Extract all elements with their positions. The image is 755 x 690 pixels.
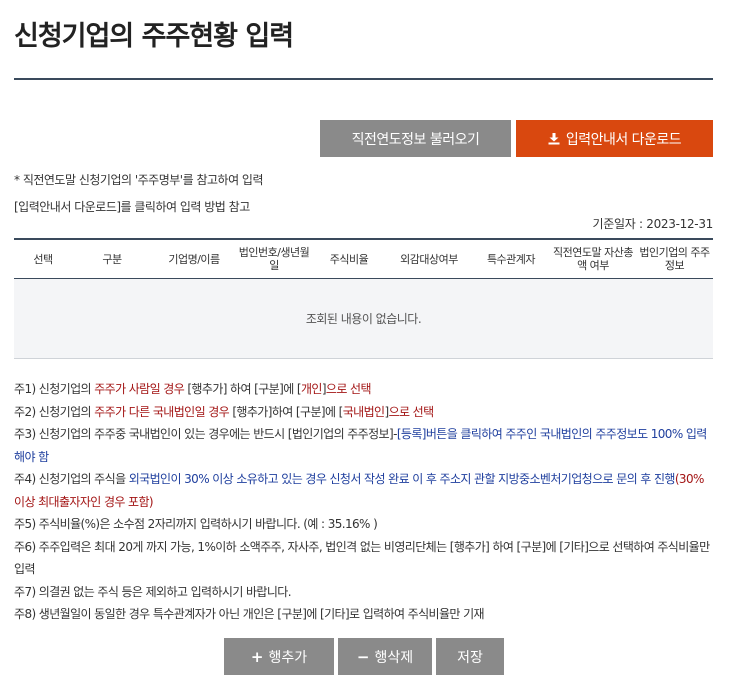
- title-divider: [14, 78, 713, 80]
- footnote-1: 주1) 신청기업의 주주가 사람일 경우 [행추가] 하여 [구분]에 [개인]…: [14, 382, 372, 396]
- load-previous-year-button[interactable]: 직전연도정보 불러오기: [320, 120, 511, 157]
- instruction-note-1: * 직전연도말 신청기업의 '주주명부'를 참고하여 입력: [14, 173, 264, 187]
- empty-message: 조회된 내용이 없습니다.: [14, 278, 713, 359]
- col-header-corp-shareholder-info: 법인기업의 주주정보: [639, 246, 710, 272]
- top-button-row: 직전연도정보 불러오기 입력안내서 다운로드: [320, 120, 713, 157]
- footnote-7: 주7) 의결권 없는 주식 등은 제외하고 입력하시기 바랍니다.: [14, 584, 292, 599]
- delete-row-button[interactable]: − 행삭제: [338, 638, 432, 675]
- bottom-button-row: + 행추가 − 행삭제 저장: [224, 638, 504, 675]
- col-header-select: 선택: [33, 252, 53, 266]
- shareholder-table: 선택 구분 기업명/이름 법인번호/생년월일 주식비율 외감대상여부 특수관계자…: [14, 238, 713, 359]
- footnote-6: 주6) 주주입력은 최대 20게 까지 가능, 1%이하 소액주주, 자사주, …: [14, 539, 710, 577]
- col-header-total-assets: 직전연도말 자산총액 여부: [553, 246, 633, 272]
- footnote-2: 주2) 신청기업의 주주가 다른 국내법인일 경우 [행추가]하여 [구분]에 …: [14, 404, 434, 419]
- col-header-share-ratio: 주식비율: [329, 252, 369, 266]
- download-guide-button[interactable]: 입력안내서 다운로드: [516, 120, 713, 157]
- footnote-5: 주5) 주식비율(%)은 소수점 2자리까지 입력하시기 바랍니다. (예 : …: [14, 517, 378, 531]
- delete-row-label: 행삭제: [374, 649, 414, 666]
- footnotes: 주1) 신청기업의 주주가 사람일 경우 [행추가] 하여 [구분]에 [개인]…: [14, 378, 714, 626]
- table-header-row: 선택 구분 기업명/이름 법인번호/생년월일 주식비율 외감대상여부 특수관계자…: [14, 239, 713, 279]
- minus-icon: −: [356, 647, 370, 666]
- download-guide-label: 입력안내서 다운로드: [565, 131, 682, 148]
- plus-icon: +: [250, 647, 264, 666]
- footnote-8: 주8) 생년월일이 동일한 경우 특수관계자가 아닌 개인은 [구분]에 [기타…: [14, 607, 485, 621]
- col-header-name: 기업명/이름: [168, 252, 220, 266]
- page-title: 신청기업의 주주현황 입력: [14, 21, 294, 52]
- col-header-related-party: 특수관계자: [486, 252, 536, 266]
- col-header-audit-target: 외감대상여부: [400, 252, 458, 266]
- save-button[interactable]: 저장: [436, 638, 504, 675]
- table-row: 조회된 내용이 없습니다.: [14, 278, 713, 359]
- instruction-note-2: [입력안내서 다운로드]를 클릭하여 입력 방법 참고: [14, 200, 250, 214]
- add-row-button[interactable]: + 행추가: [224, 638, 334, 675]
- add-row-label: 행추가: [268, 649, 308, 666]
- col-header-id-number: 법인번호/생년월일: [238, 246, 310, 272]
- footnote-3: 주3) 신청기업의 주주중 국내법인이 있는 경우에는 반드시 [법인기업의 주…: [14, 427, 707, 464]
- footnote-4: 주4) 신청기업의 주식을 외국법인이 30% 이상 소유하고 있는 경우 신청…: [14, 472, 704, 509]
- col-header-type: 구분: [102, 252, 122, 266]
- standard-date: 기준일자 : 2023-12-31: [592, 217, 714, 231]
- download-icon: [548, 132, 560, 145]
